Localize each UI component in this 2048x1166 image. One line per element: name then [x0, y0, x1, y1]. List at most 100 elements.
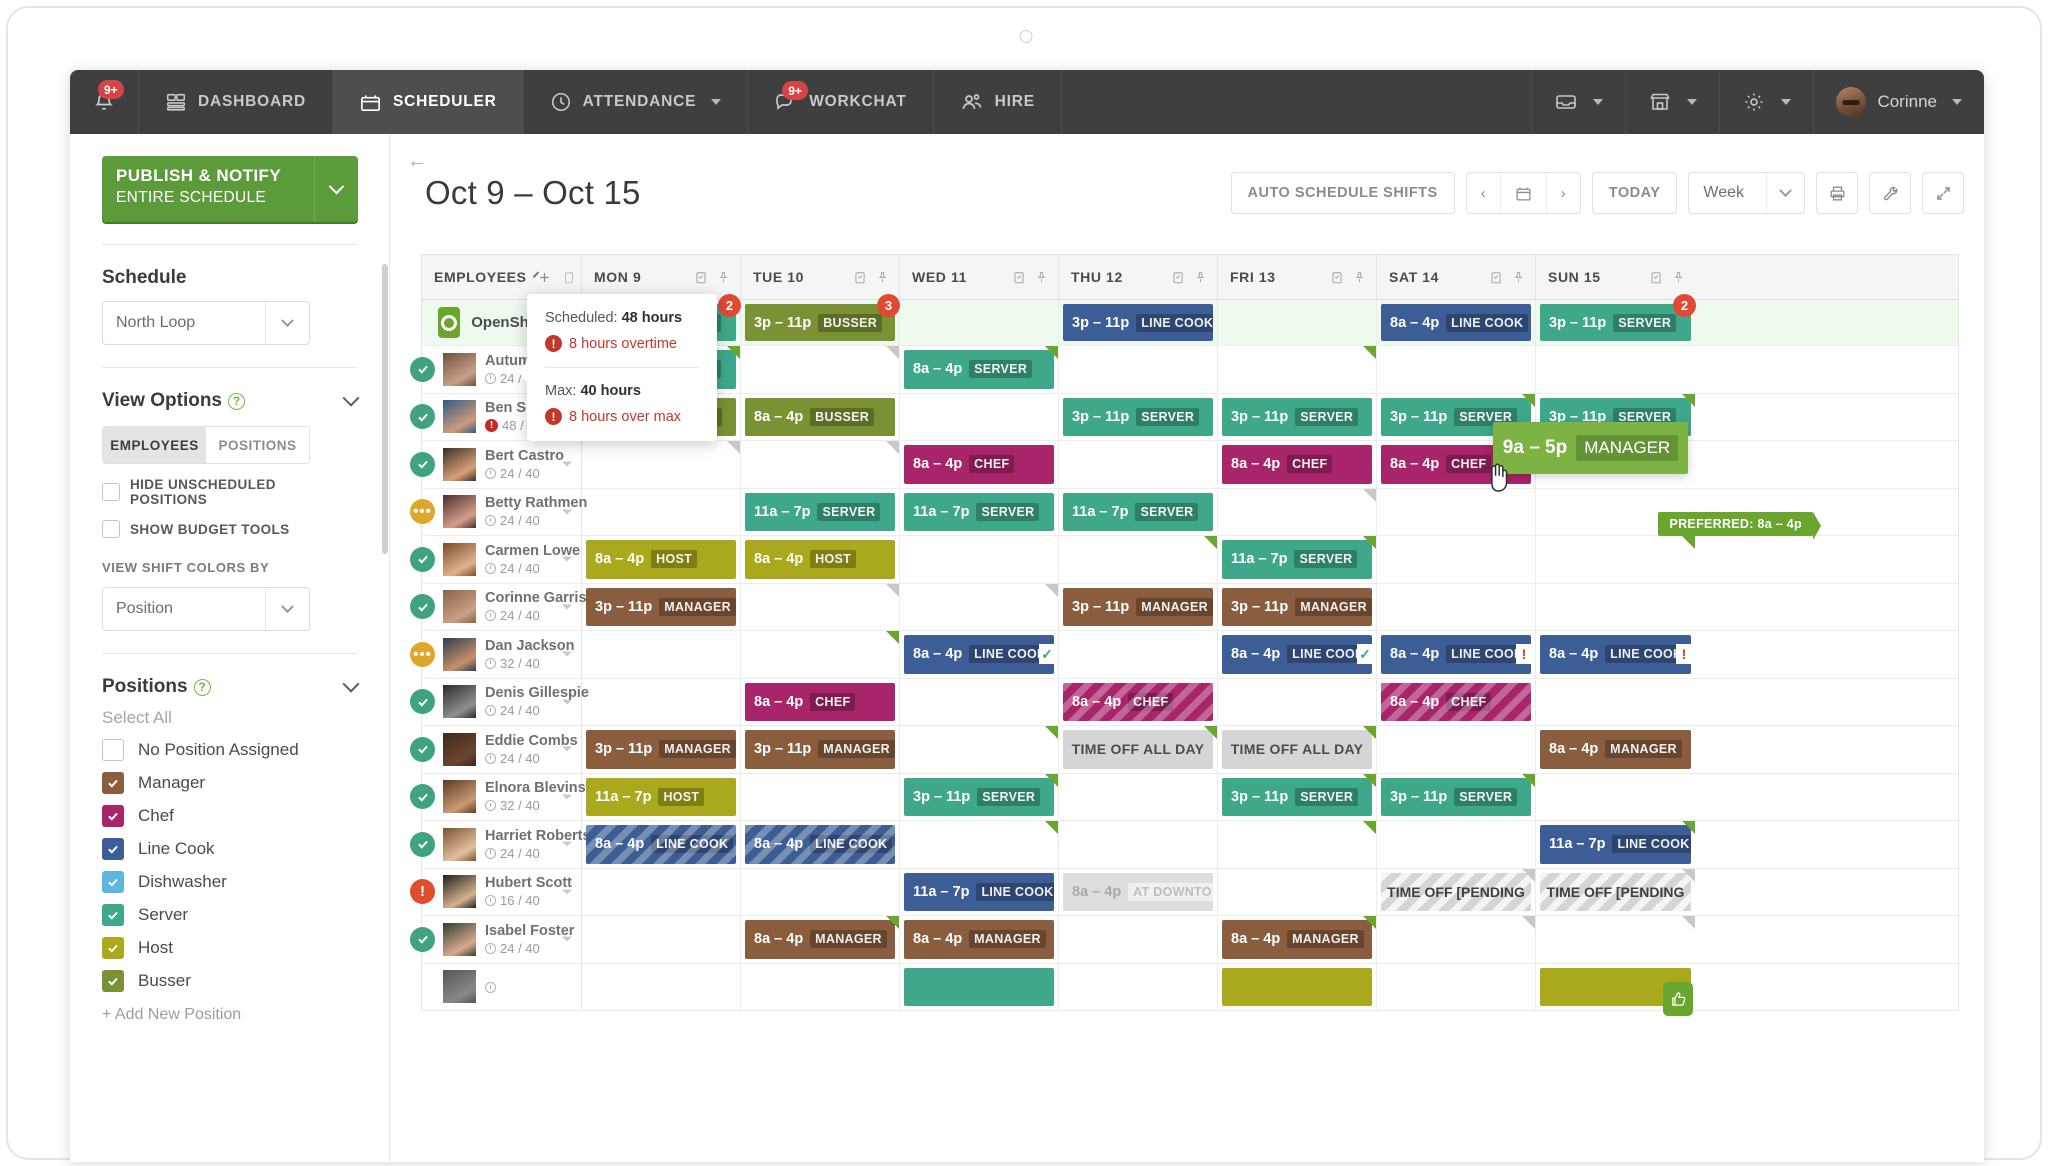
shift-chip[interactable]: 3p – 11p SERVER: [1381, 777, 1531, 816]
schedule-cell[interactable]: 3p – 11p MANAGER: [1059, 583, 1218, 630]
chevron-down-icon[interactable]: [562, 651, 572, 657]
chevron-down-icon[interactable]: [562, 936, 572, 942]
shift-chip[interactable]: 3p – 11p MANAGER: [586, 730, 736, 769]
employee-cell[interactable]: Carmen Lowe 24 / 40: [410, 536, 582, 583]
open-shift-cell[interactable]: 3p – 11p LINE COOK: [1059, 300, 1218, 345]
schedule-cell[interactable]: [741, 773, 900, 820]
schedule-cell[interactable]: [1218, 868, 1377, 915]
shift-chip[interactable]: 8a – 4p MANAGER: [1540, 730, 1691, 769]
schedule-cell[interactable]: 8a – 4p MANAGER: [1536, 726, 1695, 773]
schedule-cell[interactable]: [900, 536, 1059, 583]
shift-chip[interactable]: 8a – 4p CHEF: [1063, 682, 1213, 721]
position-checkbox[interactable]: [102, 772, 124, 794]
add-new-position-link[interactable]: + Add New Position: [102, 1006, 357, 1024]
shift-chip[interactable]: 3p – 11p SERVER: [1222, 777, 1372, 816]
employee-cell[interactable]: Elnora Blevins 32 / 40: [410, 773, 586, 820]
schedule-cell[interactable]: [900, 821, 1059, 868]
schedule-cell[interactable]: 8a – 4p AT DOWNTO: [1059, 868, 1218, 915]
position-filter-row[interactable]: Host: [102, 937, 357, 959]
chevron-down-icon[interactable]: [562, 509, 572, 515]
clipboard-icon[interactable]: [1649, 270, 1663, 285]
schedule-cell[interactable]: 8a – 4p SERVER: [900, 346, 1059, 393]
schedule-cell[interactable]: 8a – 4p MANAGER: [900, 916, 1059, 963]
schedule-cell[interactable]: [1536, 679, 1695, 726]
schedule-cell[interactable]: [741, 631, 900, 678]
nav-scheduler[interactable]: SCHEDULER: [332, 70, 524, 134]
pin-icon[interactable]: [1353, 270, 1366, 285]
schedule-cell[interactable]: [1059, 536, 1218, 583]
position-checkbox[interactable]: [102, 970, 124, 992]
schedule-cell[interactable]: [582, 678, 741, 725]
show-budget-tools-checkbox[interactable]: [102, 520, 120, 538]
schedule-cell[interactable]: [582, 916, 741, 963]
schedule-cell[interactable]: 3p – 11p SERVER: [1377, 773, 1536, 820]
schedule-cell[interactable]: 8a – 4p LINE COOK: [582, 821, 741, 868]
schedule-cell[interactable]: 3p – 11p MANAGER: [582, 726, 741, 773]
schedule-cell[interactable]: [900, 726, 1059, 773]
schedule-cell[interactable]: [1218, 678, 1377, 725]
schedule-cell[interactable]: 3p – 11p MANAGER: [741, 726, 900, 773]
schedule-cell[interactable]: 8a – 4p CHEF: [1059, 678, 1218, 725]
inbox-menu[interactable]: [1531, 70, 1625, 134]
schedule-cell[interactable]: [1059, 916, 1218, 963]
chevron-down-icon[interactable]: [562, 794, 572, 800]
help-icon[interactable]: ?: [193, 678, 211, 696]
shift-chip[interactable]: 8a – 4p MANAGER: [904, 920, 1054, 959]
schedule-cell[interactable]: 8a – 4p LINE COOK ✓: [900, 631, 1059, 678]
schedule-cell[interactable]: 8a – 4p CHEF: [741, 678, 900, 725]
position-checkbox[interactable]: [102, 838, 124, 860]
schedule-cell[interactable]: [900, 583, 1059, 630]
schedule-cell[interactable]: [582, 631, 741, 678]
shift-colors-select[interactable]: Position: [102, 587, 310, 631]
schedule-cell[interactable]: TIME OFF [PENDING: [1377, 868, 1536, 915]
day-header-sun[interactable]: SUN 15: [1536, 255, 1695, 299]
view-mode-positions[interactable]: POSITIONS: [206, 427, 309, 463]
shift-chip[interactable]: 8a – 4p CHEF: [1222, 445, 1372, 484]
collapse-sidebar-arrow[interactable]: ←: [407, 150, 427, 173]
open-shift-cell[interactable]: [1218, 300, 1377, 345]
schedule-cell[interactable]: [741, 441, 900, 488]
employee-cell[interactable]: Harriet Roberts 24 / 40: [410, 821, 591, 868]
shift-chip[interactable]: 11a – 7p LINE COOK: [1540, 825, 1691, 864]
schedule-cell[interactable]: [582, 963, 741, 1010]
schedule-cell[interactable]: [1059, 631, 1218, 678]
nav-hire[interactable]: HIRE: [934, 70, 1062, 134]
schedule-cell[interactable]: [1536, 536, 1695, 583]
auto-schedule-shifts-button[interactable]: AUTO SCHEDULE SHIFTS: [1230, 172, 1455, 214]
nav-workchat[interactable]: 9+ WORKCHAT: [748, 70, 934, 134]
schedule-cell[interactable]: TIME OFF ALL DAY: [1059, 726, 1218, 773]
shift-chip[interactable]: [1222, 967, 1372, 1006]
open-shift-cell[interactable]: [900, 300, 1059, 345]
chevron-down-icon[interactable]: [342, 675, 360, 693]
shift-chip[interactable]: 8a – 4p LINE COOK: [904, 635, 1054, 674]
shift-chip[interactable]: 8a – 4p HOST: [586, 540, 736, 579]
shift-chip[interactable]: 11a – 7p HOST: [586, 777, 736, 816]
schedule-cell[interactable]: [1536, 584, 1695, 631]
pin-icon[interactable]: [876, 270, 889, 285]
settings-menu[interactable]: [1719, 70, 1813, 134]
shift-chip[interactable]: 11a – 7p SERVER: [1222, 540, 1372, 579]
schedule-cell[interactable]: 11a – 7p SERVER: [1059, 488, 1218, 535]
shift-chip[interactable]: 11a – 7p LINE COOK: [904, 872, 1054, 911]
shift-chip[interactable]: 8a – 4p LINE COOK: [1540, 635, 1691, 674]
schedule-cell[interactable]: 11a – 7p SERVER: [1218, 536, 1377, 583]
shift-chip[interactable]: TIME OFF [PENDING: [1540, 872, 1691, 911]
schedule-cell[interactable]: 8a – 4p CHEF: [900, 441, 1059, 488]
hide-unscheduled-positions-row[interactable]: HIDE UNSCHEDULED POSITIONS: [102, 477, 357, 507]
schedule-cell[interactable]: 3p – 11p MANAGER: [1218, 583, 1377, 630]
view-mode-employees[interactable]: EMPLOYEES: [103, 427, 206, 463]
fullscreen-button[interactable]: [1922, 172, 1964, 214]
schedule-cell[interactable]: [1377, 536, 1536, 583]
position-filter-row[interactable]: Manager: [102, 772, 357, 794]
positions-header[interactable]: Positions ?: [102, 675, 360, 698]
schedule-cell[interactable]: [900, 393, 1059, 440]
position-checkbox[interactable]: [102, 904, 124, 926]
shift-chip[interactable]: 3p – 11p MANAGER: [586, 587, 736, 626]
next-week-button[interactable]: ›: [1545, 173, 1580, 213]
shift-chip[interactable]: 11a – 7p SERVER: [745, 492, 895, 531]
prev-week-button[interactable]: ‹: [1467, 173, 1500, 213]
help-icon[interactable]: ?: [228, 392, 246, 410]
employee-cell[interactable]: ! Hubert Scott 16 / 40: [410, 868, 582, 915]
schedule-cell[interactable]: [1218, 346, 1377, 393]
open-shift-chip[interactable]: 3p – 11p LINE COOK: [1063, 304, 1213, 341]
